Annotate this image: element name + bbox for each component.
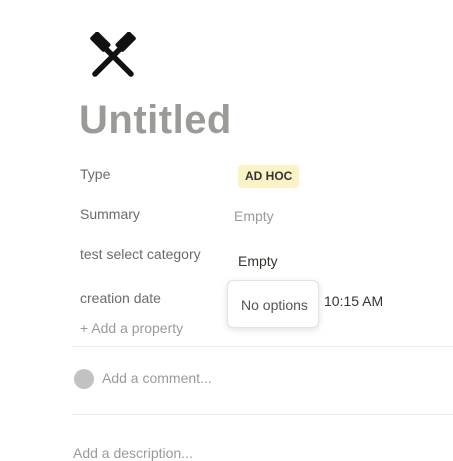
avatar xyxy=(74,369,94,389)
hammer-and-pick-icon[interactable] xyxy=(88,31,138,80)
category-select-value[interactable]: Empty xyxy=(238,253,278,269)
add-property-button[interactable]: + Add a property xyxy=(80,320,183,336)
property-label-summary[interactable]: Summary xyxy=(80,206,140,222)
creation-date-value[interactable]: 10:15 AM xyxy=(324,293,383,309)
options-dropdown: No options xyxy=(227,280,319,328)
type-tag[interactable]: AD HOC xyxy=(238,165,300,188)
no-options-text: No options xyxy=(241,297,308,313)
description-input[interactable]: Add a description... xyxy=(73,445,193,461)
property-label-type[interactable]: Type xyxy=(80,166,110,182)
page-title[interactable]: Untitled xyxy=(79,98,232,143)
divider xyxy=(72,346,453,347)
property-label-creation-date[interactable]: creation date xyxy=(80,290,161,306)
summary-value[interactable]: Empty xyxy=(234,208,274,224)
property-label-category[interactable]: test select category xyxy=(80,246,201,262)
comment-input[interactable]: Add a comment... xyxy=(102,370,212,386)
divider xyxy=(72,414,453,415)
